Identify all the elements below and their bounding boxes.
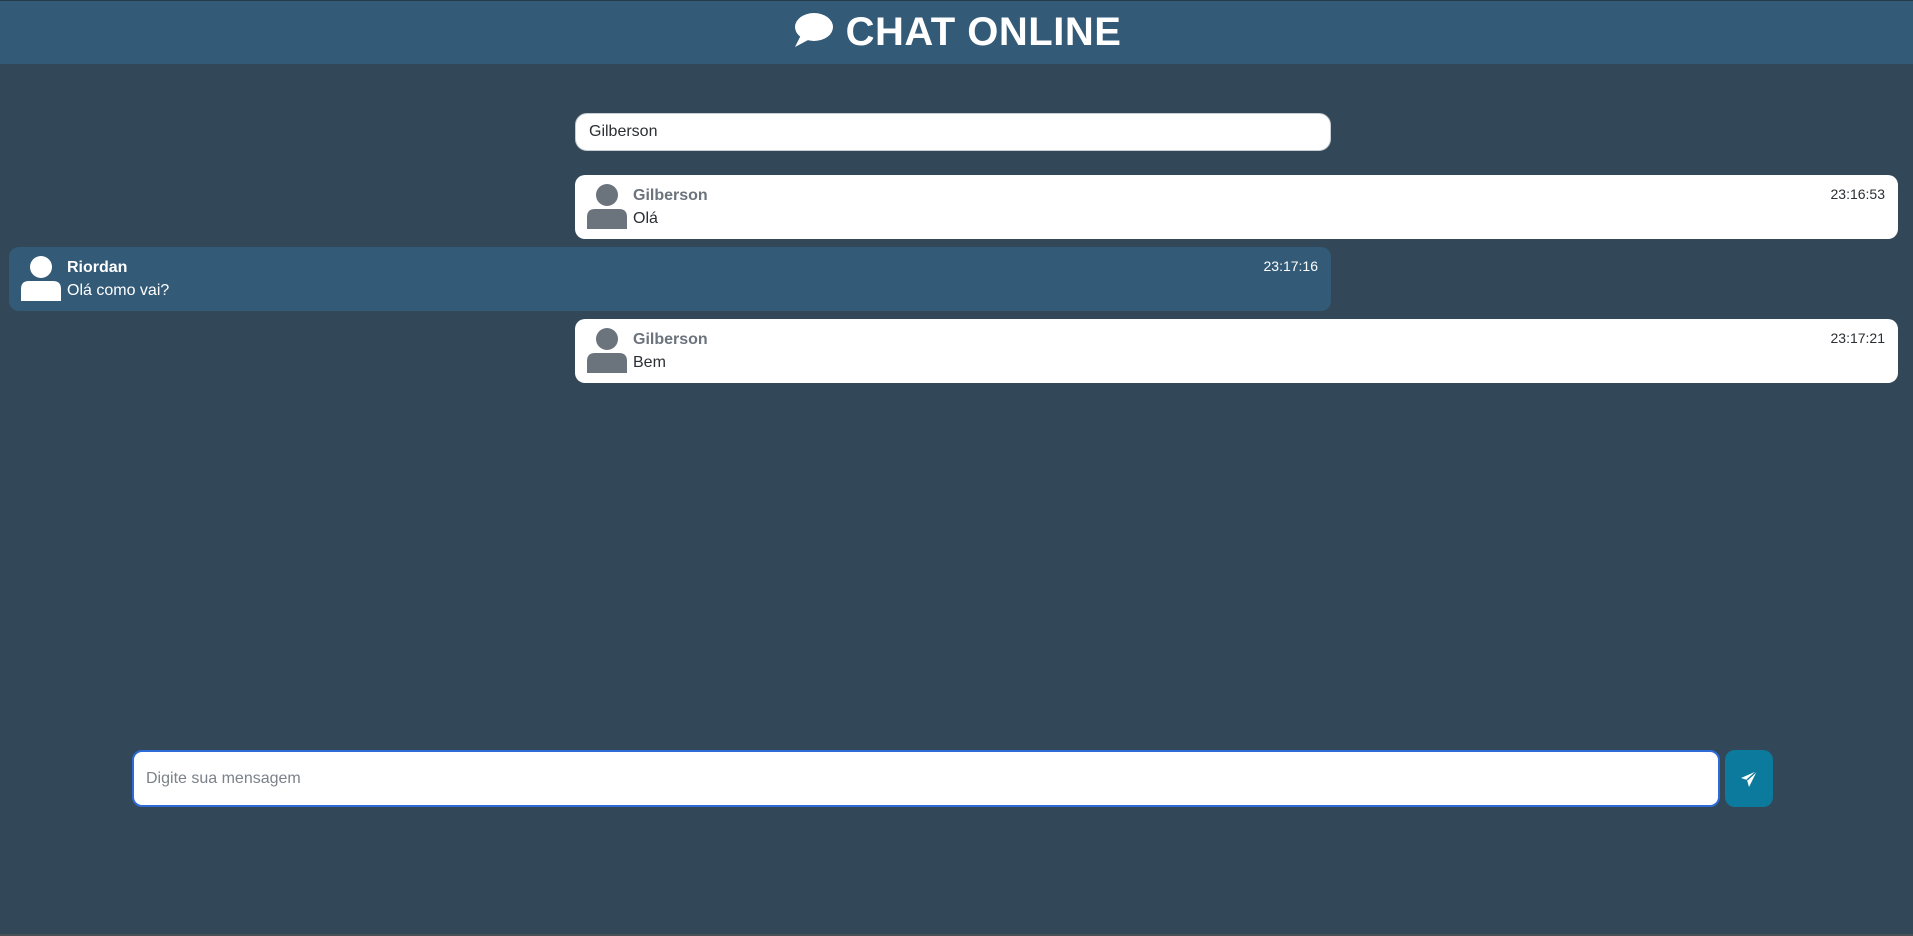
message-time: 23:17:16: [1263, 258, 1319, 274]
message-author: Riordan: [67, 259, 128, 276]
header-brand: CHAT ONLINE: [792, 10, 1122, 55]
message-input[interactable]: [132, 750, 1720, 807]
paper-plane-icon: [1741, 769, 1758, 787]
chat-bubble-icon: [792, 11, 834, 54]
username-field[interactable]: [575, 113, 1331, 151]
message-time: 23:17:21: [1830, 330, 1886, 346]
send-button[interactable]: [1725, 750, 1773, 807]
page-title: CHAT ONLINE: [845, 10, 1122, 54]
chat-message: Gilberson Bem 23:17:21: [575, 319, 1898, 383]
message-text: Olá como vai?: [67, 282, 170, 299]
user-avatar-icon: [587, 184, 627, 229]
message-author: Gilberson: [633, 187, 708, 204]
message-text: Olá: [633, 210, 658, 227]
chat-message: Gilberson Olá 23:16:53: [575, 175, 1898, 239]
message-time: 23:16:53: [1830, 186, 1886, 202]
app-header: CHAT ONLINE: [0, 0, 1913, 64]
chat-message: Riordan Olá como vai? 23:17:16: [9, 247, 1331, 311]
user-avatar-icon: [21, 256, 61, 301]
message-author: Gilberson: [633, 331, 708, 348]
message-text: Bem: [633, 354, 666, 371]
user-avatar-icon: [587, 328, 627, 373]
